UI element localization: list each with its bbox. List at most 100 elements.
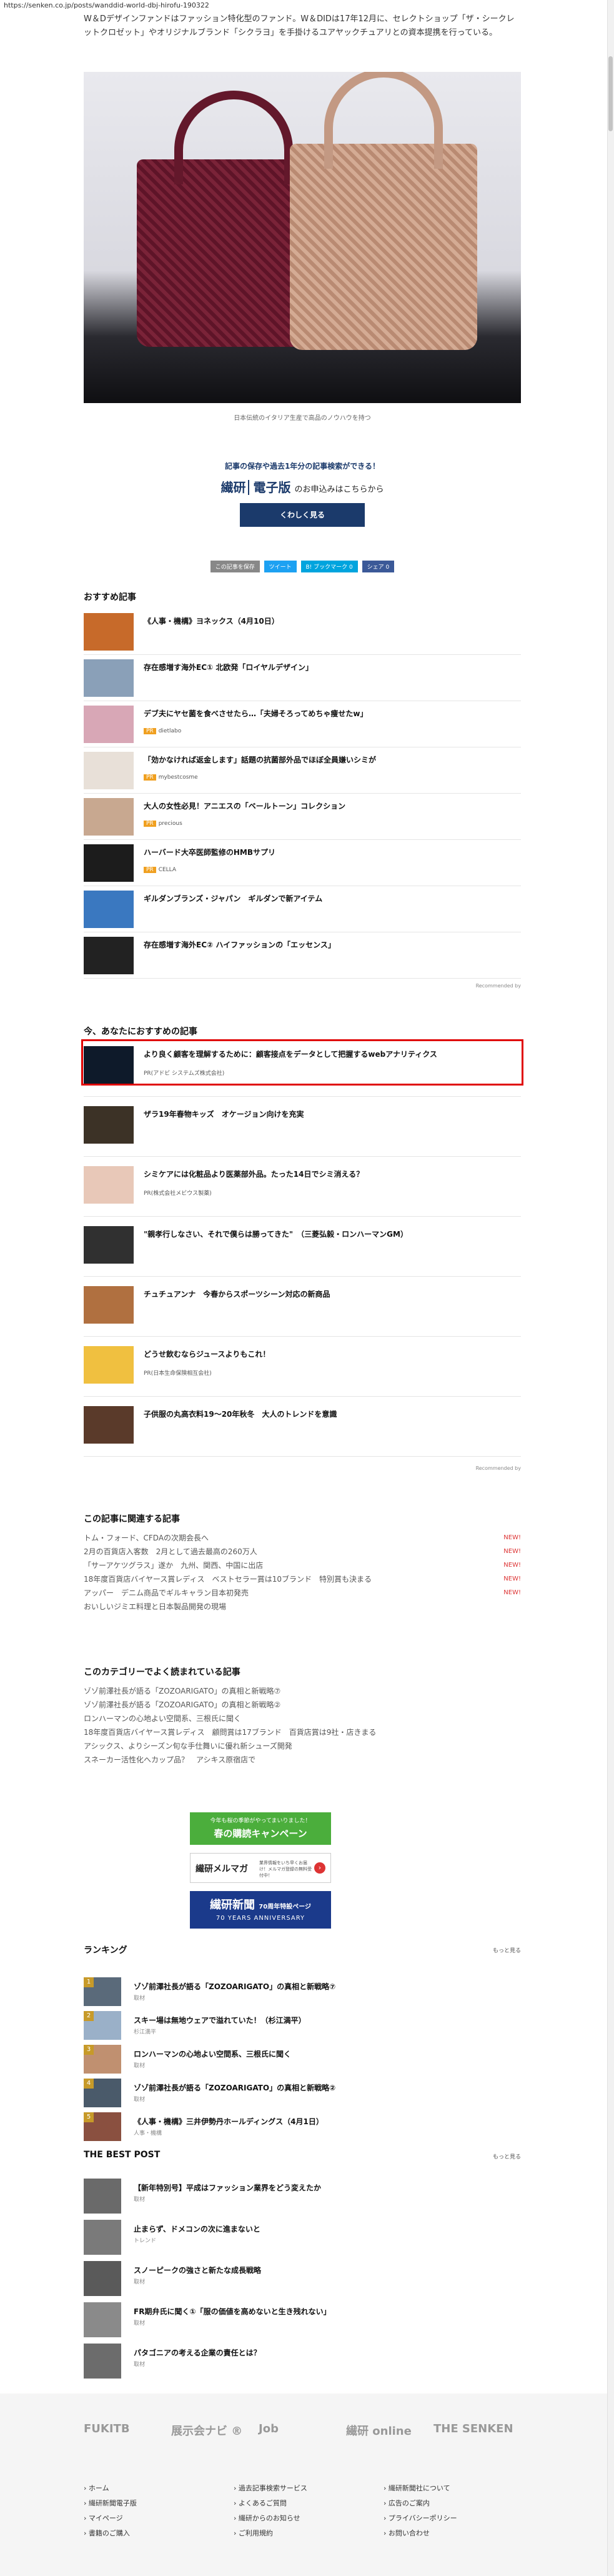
hatena-bookmark-button[interactable]: B! ブックマーク 0 — [300, 561, 358, 572]
ranking-item[interactable]: 3 ロンハーマンの心地よい空間系、三根氏に聞く 取材 — [84, 2045, 521, 2076]
list-item[interactable]: 《人事・機構》ヨネックス（4月10日） — [84, 611, 521, 653]
list-item[interactable]: どうせ飲むならジュースよりもこれ！ PR(日本生命保険相互会社) — [84, 1344, 521, 1386]
footer-logo[interactable]: THE SENKEN — [433, 2422, 513, 2435]
banner-sub: 70周年特設ページ — [259, 1904, 311, 1910]
ranking-item[interactable]: 4 ゾゾ前澤社長が語る「ZOZOARIGATO」の真相と新戦略② 取材 — [84, 2079, 521, 2110]
footer-col-1: › ホーム › 繊研新聞電子版 › マイページ › 書籍のご購入 — [84, 2481, 227, 2541]
footer-logo[interactable]: 展示会ナビ ® — [171, 2422, 242, 2439]
related-link[interactable]: アッパー デニム商品でギルキャラン目本初発売 NEW! — [84, 1586, 521, 1600]
related-link[interactable]: 18年度百貨店バイヤース賞レディス ベストセラー賞は10ブランド 特別賞も決まる… — [84, 1572, 521, 1586]
details-button[interactable]: くわしく見る — [240, 503, 365, 527]
related-link-text: おいしいジミエ料理と日本製品開発の現場 — [84, 1602, 227, 1611]
sponsor-label: PR mybestcosme — [144, 774, 198, 781]
category-link[interactable]: ゾゾ前澤社長が語る「ZOZOARIGATO」の真相と新戦略② — [84, 1698, 521, 1712]
newsletter-banner[interactable]: 繊研メルマガ 業界情報をいち早くお届け！メルマガ登録の無料受付中！ › — [190, 1853, 331, 1883]
article-title: ゾゾ前澤社長が語る「ZOZOARIGATO」の真相と新戦略② — [134, 2084, 336, 2092]
category-link[interactable]: ゾゾ前澤社長が語る「ZOZOARIGATO」の真相と新戦略⑦ — [84, 1684, 521, 1698]
sponsor-label: PR precious — [144, 821, 182, 827]
facebook-share-button[interactable]: シェア 0 — [362, 561, 395, 572]
scrollbar[interactable] — [607, 0, 614, 2576]
list-item[interactable]: 大人の女性必見！アニエスの「ベールトーン」コレクション PR precious — [84, 796, 521, 838]
footer-link[interactable]: › お問い合わせ — [384, 2526, 527, 2541]
divider — [84, 1096, 521, 1097]
more-link[interactable]: もっと見る — [493, 2152, 521, 2160]
related-link[interactable]: 2月の百貨店入客数 2月として過去最高の260万人 NEW! — [84, 1545, 521, 1559]
list-item[interactable]: 存在感増す海外EC② ハイファッションの「エッセンス」 — [84, 934, 521, 977]
list-item[interactable]: シミケアには化粧品より医薬部外品。たった14日でシミ消える？ PR(株式会社メビウ… — [84, 1164, 521, 1206]
ad-tagline: 記事の保存や過去1年分の記事検索ができる！ — [224, 462, 380, 471]
best-post-item[interactable]: 【新年特別号】平成はファッション業界をどう変えたか 取材 — [84, 2179, 521, 2214]
chevron-right-icon: › — [384, 2529, 389, 2537]
list-item[interactable]: 「効かなければ返金します」話題の抗菌部外品でほぼ全員嫌いシミが PR mybestc… — [84, 749, 521, 792]
footer-logo[interactable]: FUKITB — [84, 2422, 130, 2435]
related-link-text: トム・フォード、CFDAの次期会長へ — [84, 1534, 209, 1542]
category-link[interactable]: スネーカー活性化へカップ品？ アシキス原宿店で — [84, 1753, 521, 1767]
related-link[interactable]: おいしいジミエ料理と日本製品開発の現場 — [84, 1600, 521, 1614]
footer-link[interactable]: › よくあるご質問 — [234, 2496, 377, 2511]
list-item[interactable]: 子供服の丸高衣料19～20年秋冬 大人のトレンドを意識 — [84, 1404, 521, 1446]
footer-link[interactable]: › ホーム — [84, 2481, 227, 2496]
footer-link[interactable]: › 過去記事検索サービス — [234, 2481, 377, 2496]
footer-link[interactable]: › 繊研からのお知らせ — [234, 2511, 377, 2526]
spring-campaign-banner[interactable]: 今年も桜の季節がやってまいりました！ 春の購読キャンペーン — [190, 1812, 331, 1845]
article-thumbnail — [84, 1106, 134, 1144]
article-thumbnail — [84, 659, 134, 697]
list-item[interactable]: ハーバード大卒医師監修のHMBサプリ PR CELLA — [84, 842, 521, 884]
article-category: 取材 — [134, 2097, 146, 2103]
list-item[interactable]: ザラ19年春物キッズ オケージョン向けを充実 — [84, 1104, 521, 1146]
scrollbar-thumb[interactable] — [608, 56, 613, 131]
ranking-item[interactable]: 2 スキー場は無地ウェアで溢れていた！（杉江満平） 杉江満平 — [84, 2011, 521, 2042]
best-post-item[interactable]: スノーピークの強さと新たな成長戦略 取材 — [84, 2261, 521, 2296]
recommended-section: おすすめ記事 《人事・機構》ヨネックス（4月10日） 存在感増す海外EC① 北欧発… — [84, 591, 521, 997]
sponsor-name: mybestcosme — [158, 774, 198, 781]
footer-link[interactable]: › 広告のご案内 — [384, 2496, 527, 2511]
article-title: 大人の女性必見！アニエスの「ベールトーン」コレクション — [144, 802, 346, 811]
banner-small-text: 今年も桜の季節がやってまいりました！ — [210, 1818, 311, 1824]
footer-link-text: マイページ — [88, 2514, 123, 2522]
banner-title-text: 繊研新聞 — [210, 1899, 255, 1912]
section-heading: このカテゴリーでよく読まれている記事 — [84, 1667, 240, 1677]
footer-logo[interactable]: Job — [259, 2422, 279, 2435]
divider — [84, 654, 521, 655]
related-link[interactable]: トム・フォード、CFDAの次期会長へ NEW! — [84, 1531, 521, 1545]
footer-link[interactable]: › 書籍のご購入 — [84, 2526, 227, 2541]
sponsor-name: precious — [158, 821, 182, 827]
section-heading: この記事に関連する記事 — [84, 1514, 180, 1524]
footer-link[interactable]: › 繊研新聞電子版 — [84, 2496, 227, 2511]
footer-link[interactable]: › プライバシーポリシー — [384, 2511, 527, 2526]
list-item[interactable]: チュチュアンナ 今春からスポーツシーン対応の新商品 — [84, 1284, 521, 1326]
divider — [84, 1336, 521, 1337]
list-item[interactable]: 存在感増す海外EC① 北欧発「ロイヤルデザイン」 — [84, 657, 521, 699]
best-post-item[interactable]: 止まらず、ドメコンの次に進まないと トレンド — [84, 2220, 521, 2255]
article-title: スキー場は無地ウェアで溢れていた！（杉江満平） — [134, 2016, 306, 2025]
related-link[interactable]: 「サーアケツグラス」遂か 九州、関西、中国に出店 NEW! — [84, 1559, 521, 1572]
footer-logo[interactable]: 繊研 online — [346, 2422, 412, 2439]
ranking-item[interactable]: 5 《人事・機構》三井伊勢丹ホールディングス（4月1日） 人事・機構 — [84, 2112, 521, 2144]
article-category: 取材 — [134, 2197, 146, 2203]
article-title: 止まらず、ドメコンの次に進まないと — [134, 2225, 260, 2234]
article-title: どうせ飲むならジュースよりもこれ！ — [144, 1350, 270, 1359]
list-item[interactable]: デブ夫にヤセ菌を食べさせたら…「夫婦そろってめちゃ痩せたw」 PR dietlabo — [84, 703, 521, 746]
best-post-item[interactable]: FR期弁氏に聞く①「服の価値を高めないと生き残れない」 取材 — [84, 2302, 521, 2337]
save-article-button[interactable]: この記事を保存 — [210, 561, 260, 572]
list-item[interactable]: "親孝行しなさい、それで僕らは勝ってきた" （三菱弘毅・ロンハーマンGM） — [84, 1224, 521, 1266]
article-title: 《人事・機構》ヨネックス（4月10日） — [144, 617, 279, 626]
category-link[interactable]: アシックス、よりシーズン旬な手仕舞いに優れ新シューズ開発 — [84, 1739, 521, 1753]
footer-link[interactable]: › 繊研新聞社について — [384, 2481, 527, 2496]
category-link[interactable]: 18年度百貨店バイヤース賞レディス 顧問賞は17ブランド 百貨店賞は9社・店きま… — [84, 1725, 521, 1739]
article-thumbnail — [84, 1166, 134, 1204]
list-item[interactable]: ギルダンブランズ・ジャパン ギルダンで新アイテム — [84, 888, 521, 931]
best-post-item[interactable]: パタゴニアの考える企業の責任とは？ 取材 — [84, 2344, 521, 2379]
tweet-button[interactable]: ツイート — [264, 561, 297, 572]
more-link[interactable]: もっと見る — [493, 1946, 521, 1954]
article-thumbnail — [84, 2179, 121, 2214]
footer-link[interactable]: › マイページ — [84, 2511, 227, 2526]
footer-col-2: › 過去記事検索サービス › よくあるご質問 › 繊研からのお知らせ › ご利用規約 — [234, 2481, 377, 2541]
category-link[interactable]: ロンハーマンの心地よい空間系、三根氏に聞く — [84, 1712, 521, 1725]
anniversary-banner[interactable]: 繊研新聞 70周年特設ページ 70 YEARS ANNIVERSARY — [190, 1891, 331, 1929]
chevron-right-icon: › — [84, 2484, 89, 2492]
footer-link[interactable]: › ご利用規約 — [234, 2526, 377, 2541]
ranking-item[interactable]: 1 ゾゾ前澤社長が語る「ZOZOARIGATO」の真相と新戦略⑦ 取材 — [84, 1977, 521, 2009]
divider — [84, 793, 521, 794]
article-category: 人事・機構 — [134, 2130, 162, 2137]
